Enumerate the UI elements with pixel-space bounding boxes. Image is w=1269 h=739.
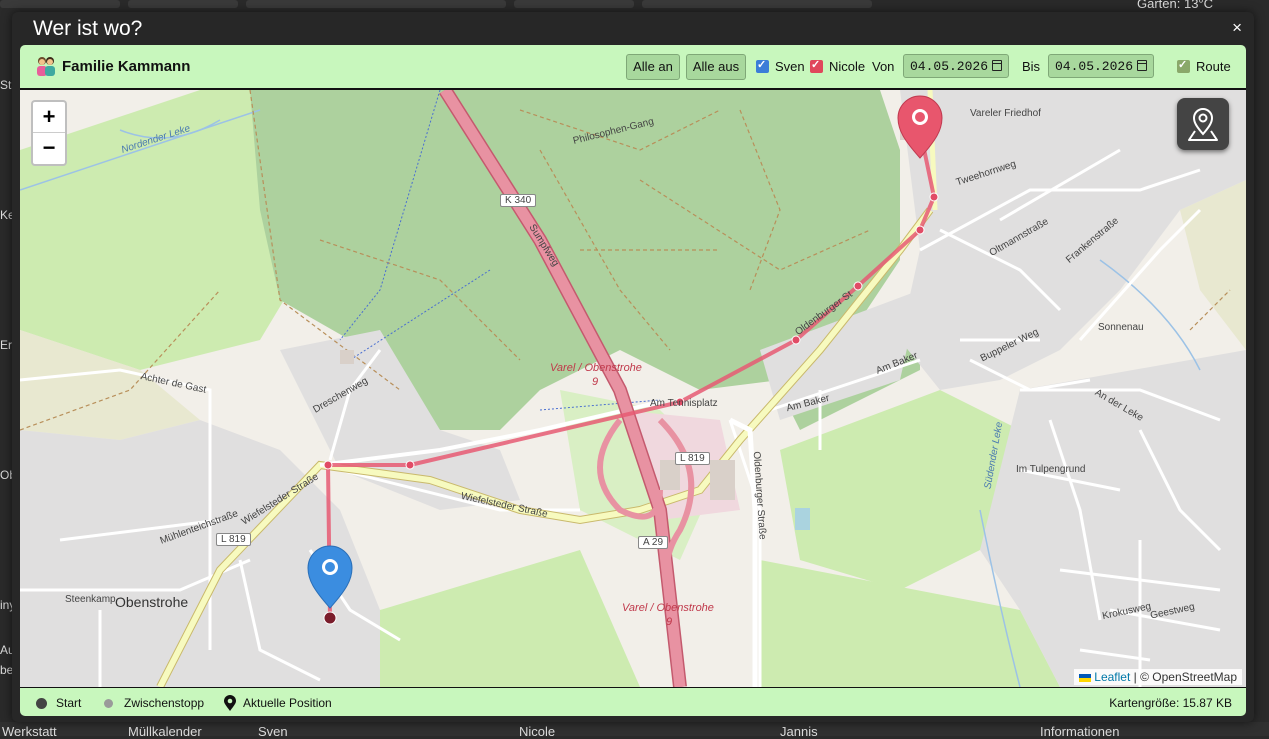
checkbox-sven-label: Sven — [775, 59, 805, 74]
zoom-control: + − — [31, 100, 67, 166]
close-button[interactable]: × — [1232, 18, 1242, 38]
garden-temperature: Garten: 13°C — [1137, 0, 1214, 11]
map-label: K 340 — [500, 194, 537, 207]
locate-button[interactable] — [1177, 98, 1229, 150]
checkbox-sven[interactable] — [756, 58, 769, 73]
map-label: Varel / Obenstrohe — [550, 362, 642, 374]
bg-tile-nicole[interactable]: Nicole — [519, 724, 555, 739]
map-label: L 819 — [216, 533, 251, 546]
family-panel: Familie Kammann Alle an Alle aus Sven Ni… — [20, 45, 1246, 716]
checkbox-nicole-label: Nicole — [829, 59, 866, 74]
map-label: Steenkamp — [65, 594, 116, 605]
map-label: Varel / Obenstrohe — [622, 602, 714, 614]
map-label: 9 — [666, 616, 673, 628]
bg-tile-jannis[interactable]: Jannis — [780, 724, 818, 739]
to-date-value: 04.05.2026 — [1055, 59, 1134, 74]
filter-toolbar: Familie Kammann Alle an Alle aus Sven Ni… — [20, 45, 1246, 90]
stop-dot-icon — [104, 699, 113, 708]
map-label: 9 — [592, 376, 599, 388]
bg-tile-sven[interactable]: Sven — [258, 724, 288, 739]
map-attribution: Leaflet | © OpenStreetMap — [1074, 669, 1242, 685]
zoom-in-button[interactable]: + — [33, 102, 65, 132]
map-label: Im Tulpengrund — [1016, 464, 1086, 475]
current-position-pin-icon — [224, 695, 236, 711]
all-on-button[interactable]: Alle an — [626, 54, 680, 80]
bg-tile-muellkalender[interactable]: Müllkalender — [128, 724, 202, 739]
calendar-icon[interactable] — [992, 60, 1002, 71]
who-is-where-dialog: Wer ist wo? × Familie Kammann Alle an Al… — [12, 12, 1254, 722]
bg-tile — [0, 0, 120, 8]
bg-tile — [246, 0, 506, 8]
from-label: Von — [872, 59, 895, 74]
family-icon — [37, 57, 55, 76]
legend-current-position: Aktuelle Position — [243, 696, 332, 710]
map-size-info: Kartengröße: 15.87 KB — [1109, 696, 1232, 710]
map-label: Am Tennisplatz — [650, 398, 718, 409]
from-date-value: 04.05.2026 — [910, 59, 989, 74]
bg-tile — [514, 0, 634, 8]
zoom-out-button[interactable]: − — [33, 132, 65, 163]
map-pin-icon — [1188, 108, 1218, 141]
from-date-input[interactable]: 04.05.2026 — [903, 54, 1009, 78]
family-name: Familie Kammann — [62, 58, 191, 75]
map-label: L 819 — [675, 452, 710, 465]
map-view[interactable]: K 340 Sumpfweg Philosophen-Gang Varel / … — [20, 90, 1246, 687]
checkbox-nicole[interactable] — [810, 58, 823, 73]
bg-tile — [128, 0, 238, 8]
bg-tile-werkstatt[interactable]: Werkstatt — [2, 724, 57, 739]
legend-stop: Zwischenstopp — [124, 696, 205, 710]
ukraine-flag-icon — [1079, 673, 1092, 682]
map-label: Vareler Friedhof — [970, 108, 1041, 119]
map-label: Sonnenau — [1098, 322, 1144, 333]
map-label: Obenstrohe — [115, 594, 189, 610]
dialog-title: Wer ist wo? — [33, 17, 143, 40]
to-label: Bis — [1022, 59, 1041, 74]
osm-attribution[interactable]: | © OpenStreetMap — [1134, 670, 1237, 684]
calendar-icon[interactable] — [1137, 60, 1147, 71]
map-legend: Start Zwischenstopp Aktuelle Position Ka… — [20, 687, 1246, 716]
map-label: A 29 — [638, 536, 669, 549]
all-off-button[interactable]: Alle aus — [686, 54, 746, 80]
bg-bottom-row: Werkstatt Müllkalender Sven Nicole Janni… — [0, 722, 1269, 739]
bg-tile-informationen[interactable]: Informationen — [1040, 724, 1120, 739]
bg-left-fragment: Er — [0, 338, 12, 352]
route-label: Route — [1196, 59, 1231, 74]
legend-start: Start — [56, 696, 82, 710]
to-date-input[interactable]: 04.05.2026 — [1048, 54, 1154, 78]
leaflet-link[interactable]: Leaflet — [1094, 670, 1130, 684]
route-checkbox[interactable] — [1177, 58, 1190, 73]
start-dot-icon — [36, 698, 47, 709]
bg-tile — [642, 0, 872, 8]
